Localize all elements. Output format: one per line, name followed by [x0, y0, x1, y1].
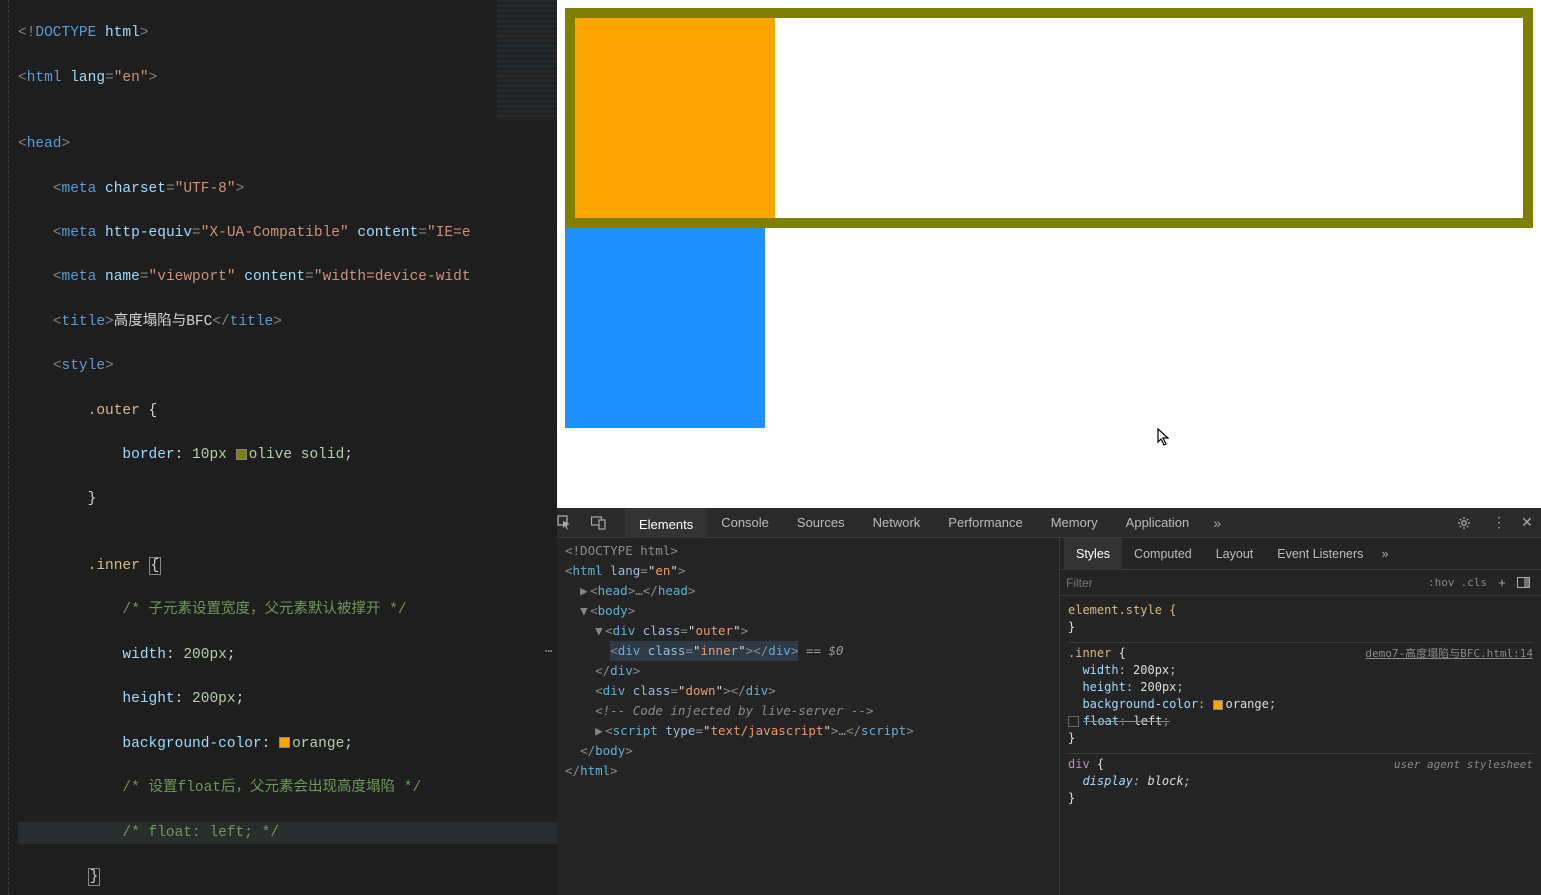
cls-toggle[interactable]: .cls: [1461, 576, 1488, 589]
tab-console[interactable]: Console: [707, 508, 783, 538]
browser-viewport[interactable]: [557, 0, 1541, 508]
element-style-label: element.style {: [1068, 603, 1176, 617]
styles-tab-styles[interactable]: Styles: [1064, 538, 1122, 570]
tab-memory[interactable]: Memory: [1037, 508, 1112, 538]
tab-sources[interactable]: Sources: [783, 508, 859, 538]
inner-div: [575, 18, 775, 218]
styles-rules[interactable]: element.style { } demo7-高度塌陷与BFC.html:14…: [1060, 596, 1541, 895]
inspect-icon[interactable]: [557, 515, 591, 530]
indent-guide: [8, 0, 9, 895]
styles-tab-computed[interactable]: Computed: [1122, 538, 1204, 570]
comment-2: 设置float后，父元素会出现高度塌陷: [149, 780, 396, 796]
devtools-panel: Elements Console Sources Network Perform…: [557, 508, 1541, 895]
hov-toggle[interactable]: :hov: [1428, 576, 1455, 589]
comment-3: float: left;: [149, 825, 253, 841]
tab-elements[interactable]: Elements: [625, 508, 707, 538]
tab-performance[interactable]: Performance: [934, 508, 1036, 538]
more-styles-tabs-icon[interactable]: »: [1375, 547, 1394, 561]
styles-tab-event-listeners[interactable]: Event Listeners: [1265, 538, 1375, 570]
rule-selector-div: div: [1068, 757, 1090, 771]
more-tabs-icon[interactable]: »: [1203, 515, 1231, 531]
down-div: [565, 228, 765, 428]
page-title-text: 高度塌陷与BFC: [114, 314, 213, 330]
float-checkbox[interactable]: [1068, 716, 1079, 727]
minimap[interactable]: [497, 0, 557, 120]
new-style-rule-icon[interactable]: +: [1493, 575, 1511, 590]
kebab-icon[interactable]: ⋮: [1485, 514, 1513, 531]
css-inner-height: 200px: [192, 691, 236, 707]
device-toggle-icon[interactable]: [591, 516, 625, 530]
styles-tabbar: Styles Computed Layout Event Listeners »: [1060, 538, 1541, 570]
ua-stylesheet-label: user agent stylesheet: [1394, 756, 1533, 773]
selected-dom-node[interactable]: ⋯ <div class="inner"></div> == $0: [565, 641, 1051, 661]
tab-network[interactable]: Network: [859, 508, 935, 538]
rule-selector-inner: .inner: [1068, 646, 1111, 660]
browser-pane: Elements Console Sources Network Perform…: [557, 0, 1541, 895]
code-area[interactable]: <!DOCTYPE html> <html lang="en"> <head> …: [0, 0, 557, 895]
toggle-computed-icon[interactable]: [1517, 577, 1535, 588]
comment-1: 子元素设置宽度，父元素默认被撑开: [149, 602, 381, 618]
cursor-icon: [1157, 428, 1171, 446]
code-editor-pane[interactable]: <!DOCTYPE html> <html lang="en"> <head> …: [0, 0, 557, 895]
styles-tab-layout[interactable]: Layout: [1204, 538, 1266, 570]
styles-filter-input[interactable]: [1066, 576, 1422, 590]
css-inner-bg: orange: [292, 736, 344, 752]
devtools-tabbar: Elements Console Sources Network Perform…: [557, 508, 1541, 538]
styles-filter-bar: :hov .cls +: [1060, 570, 1541, 596]
outer-div: [565, 8, 1533, 228]
tab-application[interactable]: Application: [1112, 508, 1204, 538]
elements-tree[interactable]: <!DOCTYPE html> <html lang="en"> ▶<head>…: [557, 538, 1059, 895]
rule-source-link[interactable]: demo7-高度塌陷与BFC.html:14: [1365, 645, 1533, 662]
gear-icon[interactable]: [1457, 516, 1485, 530]
styles-panel: Styles Computed Layout Event Listeners »…: [1059, 538, 1541, 895]
css-inner-width: 200px: [183, 647, 227, 663]
close-icon[interactable]: ✕: [1513, 514, 1541, 531]
